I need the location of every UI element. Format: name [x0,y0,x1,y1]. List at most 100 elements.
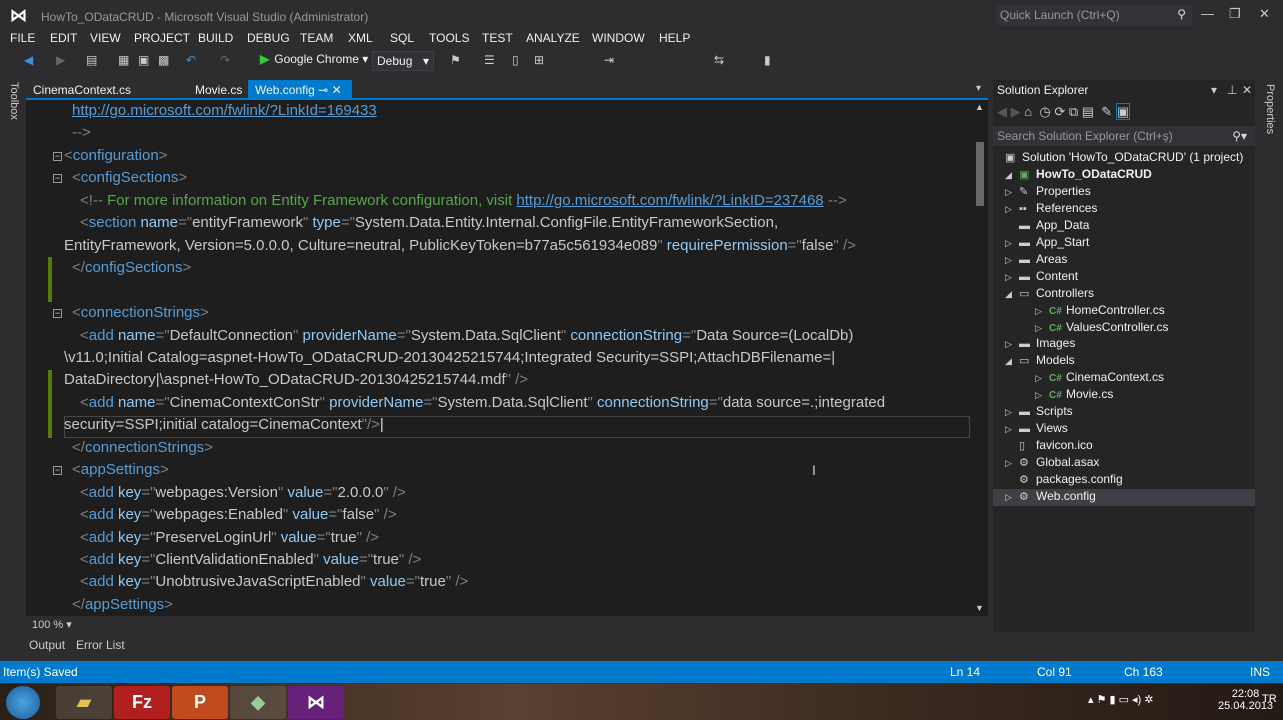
expand-arrow-icon[interactable]: ▷ [1005,458,1019,469]
zoom-level-dropdown[interactable]: 100 % ▾ [32,618,72,631]
filezilla-icon[interactable]: Fz [114,686,170,719]
close-panel-icon[interactable]: ✕ [1242,83,1252,97]
powerpoint-icon[interactable]: P [172,686,228,719]
tab-movie[interactable]: Movie.cs [188,80,249,100]
properties-tab[interactable]: Properties [1264,84,1276,134]
history-icon[interactable]: ◷ [1039,104,1050,119]
menu-analyze[interactable]: ANALYZE [526,31,580,45]
code-link[interactable]: http://go.microsoft.com/fwlink/?LinkID=2… [516,192,823,209]
pin-icon[interactable]: ⊸ [318,83,328,97]
tree-node[interactable]: ▷ C# CinemaContext.cs [993,370,1164,387]
tree-node[interactable]: ▷ ✎ Properties [993,184,1091,201]
maximize-button[interactable]: ❐ [1229,6,1241,22]
menu-xml[interactable]: XML [348,31,373,45]
menu-team[interactable]: TEAM [300,31,333,45]
outline-icon[interactable]: ☰ [484,53,495,67]
tab-dropdown-icon[interactable]: ▾ [976,83,981,94]
tree-node[interactable]: ▷ ▬ Scripts [993,404,1073,421]
expand-arrow-icon[interactable]: ▷ [1005,492,1019,503]
expand-arrow-icon[interactable]: ▷ [1005,255,1019,266]
expand-arrow-icon[interactable]: ▷ [1035,390,1049,401]
properties-wrench-icon[interactable]: ✎ [1101,104,1112,119]
indent-icon[interactable]: ⇥ [604,53,614,67]
tab-cinemacontext[interactable]: CinemaContext.cs [26,80,138,100]
expand-arrow-icon[interactable]: ▷ [1005,272,1019,283]
refresh-icon[interactable]: ⟳ [1054,104,1065,119]
code-link[interactable]: http://go.microsoft.com/fwlink/?LinkId=1… [72,102,377,119]
tray-icons[interactable]: ▴ ⚑ ▮ ▭ ◂) ✲ [1088,693,1154,706]
tree-node[interactable]: ▷ ▬ Areas [993,252,1067,269]
tree-node[interactable]: ⚙ packages.config [993,472,1123,489]
tree-node[interactable]: ▷ C# ValuesController.cs [993,320,1169,337]
undo-icon[interactable]: ↶ [186,53,196,67]
menu-view[interactable]: VIEW [90,31,121,45]
menu-window[interactable]: WINDOW [592,31,645,45]
bookmark-icon[interactable]: ▮ [764,53,771,67]
save-icon[interactable]: ▣ [138,53,149,67]
explorer-icon[interactable]: ▰ [56,686,112,719]
tab-error-list[interactable]: Error List [76,638,125,652]
scrollbar-thumb[interactable] [976,142,984,206]
tree-node[interactable]: ▷ ▬ Views [993,421,1068,438]
pin-icon[interactable]: ⊥ [1227,83,1237,97]
back-icon[interactable]: ◀ [24,53,33,67]
tree-node[interactable]: ▷ ▪▪ References [993,201,1097,218]
menu-help[interactable]: HELP [659,31,690,45]
breakpoint-icon[interactable]: ⇆ [714,53,724,67]
collapse-icon[interactable]: − [53,174,62,184]
tree-node[interactable]: ◢ ▭ Controllers [993,286,1094,303]
scroll-down-icon[interactable]: ▼ [975,603,984,613]
menu-test[interactable]: TEST [482,31,513,45]
quick-launch-input[interactable]: Quick Launch (Ctrl+Q) ⚲ [996,5,1192,25]
start-button-icon[interactable] [6,686,40,719]
horizontal-scrollbar[interactable] [26,617,988,633]
menu-debug[interactable]: DEBUG [247,31,290,45]
collapse-icon[interactable]: − [53,466,62,476]
save-all-icon[interactable]: ▩ [158,53,169,67]
tree-node[interactable]: ▷ C# HomeController.cs [993,303,1165,320]
expand-arrow-icon[interactable]: ▷ [1005,424,1019,435]
collapse-all-icon[interactable]: ⧉ [1069,104,1078,119]
new-project-icon[interactable]: ▤ [86,53,97,67]
expanded-arrow-icon[interactable]: ◢ [1005,356,1019,367]
tree-node[interactable]: ◢ ▭ Models [993,353,1075,370]
visual-studio-task-icon[interactable]: ⋈ [288,686,344,719]
toolbox-tab[interactable]: Toolbox [8,82,20,120]
expand-arrow-icon[interactable]: ▷ [1005,238,1019,249]
menu-sql[interactable]: SQL [390,31,414,45]
document-icon[interactable]: ▯ [512,53,519,67]
expand-arrow-icon[interactable]: ▷ [1005,407,1019,418]
panel-menu-icon[interactable]: ▾ [1211,83,1217,97]
expanded-arrow-icon[interactable]: ◢ [1005,289,1019,300]
attach-icon[interactable]: ⚑ [450,53,461,67]
tree-node[interactable]: ▣ Solution 'HowTo_ODataCRUD' (1 project) [993,150,1243,167]
close-tab-icon[interactable]: ✕ [332,83,342,97]
tree-node[interactable]: ◢ ▣ HowTo_ODataCRUD [993,167,1152,184]
menu-file[interactable]: FILE [10,31,35,45]
clock[interactable]: 22:08 25.04.2013 [1218,688,1273,712]
tree-node[interactable]: ▬ App_Data [993,218,1089,235]
redo-icon[interactable]: ↷ [220,53,230,67]
configuration-dropdown[interactable]: Debug ▾ [372,51,434,71]
menu-edit[interactable]: EDIT [50,31,77,45]
expand-arrow-icon[interactable]: ▷ [1005,339,1019,350]
collapse-icon[interactable]: − [53,151,62,161]
show-all-files-icon[interactable]: ▤ [1082,104,1094,119]
expand-arrow-icon[interactable]: ▷ [1035,306,1049,317]
code-editor[interactable]: http://go.microsoft.com/fwlink/?LinkId=1… [26,100,988,616]
collapse-icon[interactable]: − [53,309,62,319]
expand-arrow-icon[interactable]: ▷ [1005,187,1019,198]
tab-output[interactable]: Output [29,638,65,652]
expand-arrow-icon[interactable]: ▷ [1005,204,1019,215]
solution-search-input[interactable]: Search Solution Explorer (Ctrl+ş) ⚲▾ [993,126,1255,146]
tab-web-config[interactable]: Web.config ⊸ ✕ [248,80,352,100]
open-file-icon[interactable]: ▦ [118,53,129,67]
tree-node[interactable]: ▯ favicon.ico [993,438,1093,455]
schema-icon[interactable]: ⊞ [534,53,544,67]
expanded-arrow-icon[interactable]: ◢ [1005,170,1019,181]
preview-icon[interactable]: ▣ [1115,103,1131,120]
close-window-button[interactable]: ✕ [1259,6,1270,22]
forward-icon[interactable]: ▶ [1011,104,1021,119]
tree-node[interactable]: ▷ ▬ App_Start [993,235,1089,252]
menu-tools[interactable]: TOOLS [429,31,469,45]
